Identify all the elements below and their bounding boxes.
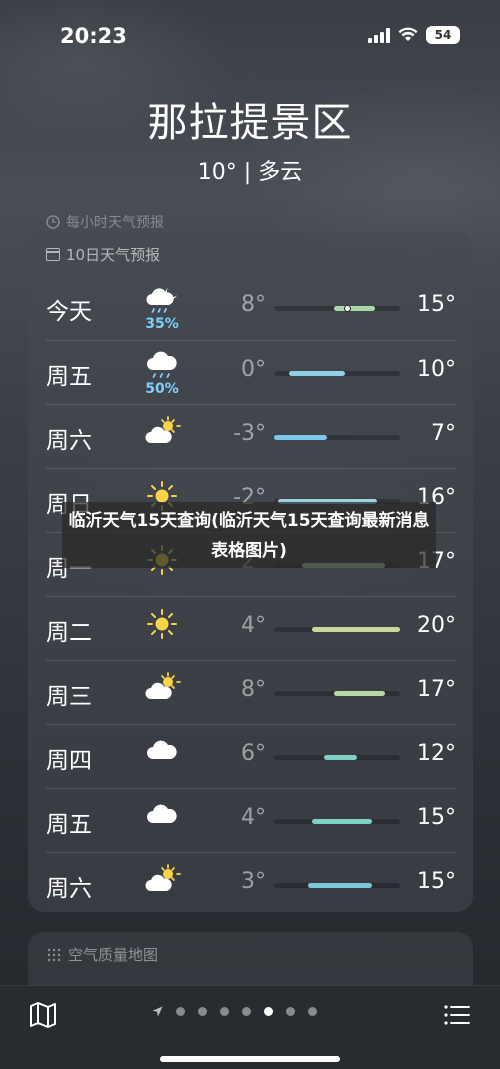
page-dot[interactable] — [308, 1007, 317, 1016]
high-temp: 12° — [417, 741, 456, 766]
calendar-icon — [46, 248, 60, 261]
forecast-row[interactable]: 今天 35% 8° 15° — [46, 276, 456, 340]
hourly-forecast-header[interactable]: 每小时天气预报 — [46, 212, 164, 232]
forecast-row[interactable]: 周六 3° 15° — [46, 852, 456, 916]
bottom-toolbar — [0, 985, 500, 1069]
high-temp: 15° — [417, 869, 456, 894]
status-time: 20:23 — [60, 24, 127, 48]
temp-range-bar — [311, 627, 400, 632]
location-header: 那拉提景区 10° | 多云 — [0, 90, 500, 186]
temp-range-track — [274, 435, 400, 440]
forecast-title-label: 10日天气预报 — [66, 246, 161, 264]
forecast-rows: 今天35%8°15°周五50%0°10°周六-3°7°周日-2°16°周一2°1… — [46, 276, 456, 916]
cloud-icon — [142, 799, 182, 833]
high-temp: 20° — [417, 613, 456, 638]
low-temp: 8° — [241, 292, 266, 317]
partly-sunny-icon — [142, 415, 182, 451]
sun-icon — [142, 607, 182, 645]
cellular-signal-icon — [368, 27, 390, 43]
air-quality-icon — [47, 948, 61, 961]
temp-range-track — [274, 305, 400, 312]
low-temp: 0° — [241, 357, 266, 382]
temp-range-bar — [324, 755, 358, 760]
high-temp: 7° — [431, 421, 456, 446]
high-temp: 15° — [417, 292, 456, 317]
partly-sunny-icon — [142, 863, 182, 899]
temp-range-track — [274, 755, 400, 760]
hourly-forecast-title: 每小时天气预报 — [66, 215, 164, 231]
low-temp: -3° — [233, 421, 266, 446]
watermark-caption: 临沂天气15天查询(临沂天气15天查询最新消息表格图片) — [62, 502, 436, 568]
map-icon[interactable] — [28, 1000, 58, 1030]
wifi-icon — [398, 27, 418, 41]
current-conditions: 10° | 多云 — [197, 160, 303, 185]
low-temp: 8° — [241, 677, 266, 702]
high-temp: 17° — [417, 677, 456, 702]
temp-range-bar — [274, 435, 327, 440]
clock-icon — [46, 215, 60, 229]
page-dot[interactable] — [176, 1007, 185, 1016]
temp-range-track — [274, 627, 400, 632]
forecast-row[interactable]: 周三 8° 17° — [46, 660, 456, 724]
low-temp: 6° — [241, 741, 266, 766]
page-dot[interactable] — [242, 1007, 251, 1016]
list-icon[interactable] — [442, 1000, 472, 1030]
location-arrow-icon — [152, 1006, 163, 1017]
location-name: 那拉提景区 — [147, 100, 353, 146]
cloud-icon — [142, 735, 182, 769]
temp-range-bar — [311, 819, 373, 824]
precipitation-chance: 35% — [145, 316, 179, 332]
page-dot[interactable] — [220, 1007, 229, 1016]
page-dot[interactable] — [198, 1007, 207, 1016]
forecast-day: 周六 — [46, 876, 92, 902]
temp-range-bar — [289, 371, 345, 376]
forecast-row[interactable]: 周五 50% 0° 10° — [46, 340, 456, 404]
page-dot[interactable] — [286, 1007, 295, 1016]
ten-day-forecast-card[interactable]: 10日天气预报 今天35%8°15°周五50%0°10°周六-3°7°周日-2°… — [28, 232, 473, 912]
temp-range-bar — [334, 691, 385, 696]
temp-range-bar — [308, 883, 373, 888]
page-dot[interactable] — [264, 1007, 273, 1016]
home-indicator[interactable] — [160, 1056, 340, 1062]
forecast-card-title: 10日天气预报 — [46, 244, 160, 265]
forecast-day: 周五 — [46, 364, 92, 390]
battery-icon: 54 — [426, 26, 460, 44]
temp-range-track — [274, 883, 400, 888]
forecast-day: 周六 — [46, 428, 92, 454]
low-temp: 4° — [241, 613, 266, 638]
forecast-day: 周四 — [46, 748, 92, 774]
high-temp: 15° — [417, 805, 456, 830]
page-indicator[interactable] — [152, 1006, 317, 1017]
forecast-row[interactable]: 周五 4° 15° — [46, 788, 456, 852]
air-quality-label: 空气质量地图 — [68, 946, 159, 964]
forecast-row[interactable]: 周四 6° 12° — [46, 724, 456, 788]
forecast-day: 周五 — [46, 812, 92, 838]
forecast-row[interactable]: 周二 4° 20° — [46, 596, 456, 660]
forecast-day: 周二 — [46, 620, 92, 646]
status-icons: 54 — [368, 26, 460, 44]
temp-range-track — [274, 691, 400, 696]
status-bar: 20:23 54 — [0, 0, 500, 70]
temp-range-track — [274, 819, 400, 824]
temp-range-track — [274, 371, 400, 376]
low-temp: 4° — [241, 805, 266, 830]
precipitation-chance: 50% — [145, 381, 179, 397]
low-temp: 3° — [241, 869, 266, 894]
temp-range-bar — [334, 306, 375, 311]
high-temp: 10° — [417, 357, 456, 382]
forecast-day: 今天 — [46, 299, 92, 325]
air-quality-title: 空气质量地图 — [46, 944, 158, 965]
forecast-row[interactable]: 周六 -3° 7° — [46, 404, 456, 468]
partly-sunny-icon — [142, 671, 182, 707]
forecast-day: 周三 — [46, 684, 92, 710]
